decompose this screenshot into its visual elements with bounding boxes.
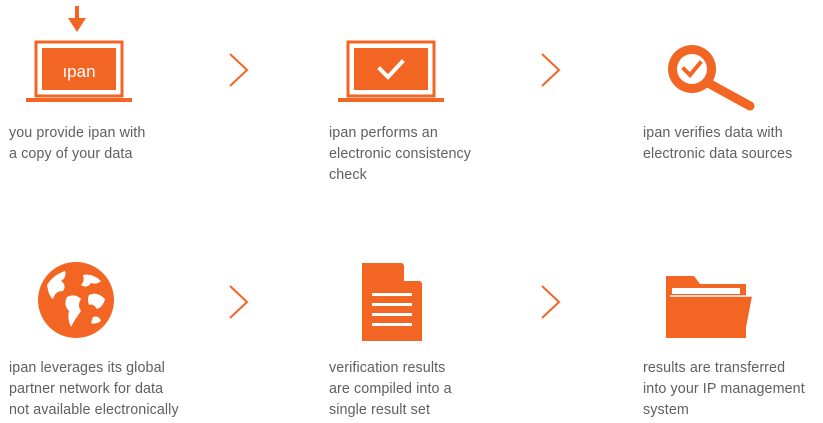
caption-line: into your IP management xyxy=(643,381,805,397)
caption-line: single result set xyxy=(329,402,431,418)
caption-line: check xyxy=(329,167,367,183)
caption-line: system xyxy=(643,402,689,418)
caption-line: electronic data sources xyxy=(643,146,793,162)
folder-icon xyxy=(666,272,752,340)
step-6-caption: results are transferred into your IP man… xyxy=(643,358,805,421)
chevron-right-icon xyxy=(228,52,250,88)
caption-line: a copy of your data xyxy=(9,146,133,162)
chevron-right-icon xyxy=(540,284,562,320)
caption-line: results are transferred xyxy=(643,360,786,376)
globe-icon xyxy=(37,261,115,339)
caption-line: verification results xyxy=(329,360,446,376)
caption-line: ipan leverages its global xyxy=(9,360,165,376)
magnifier-check-icon xyxy=(664,42,758,112)
caption-line: partner network for data xyxy=(9,381,164,397)
caption-line: electronic consistency xyxy=(329,146,472,162)
step-3-caption: ipan verifies data with electronic data … xyxy=(643,123,792,165)
chevron-right-icon xyxy=(228,284,250,320)
step-4-caption: ipan leverages its global partner networ… xyxy=(9,358,179,421)
caption-line: ipan verifies data with xyxy=(643,125,783,141)
caption-line: not available electronically xyxy=(9,402,179,418)
laptop-check-icon xyxy=(338,38,444,104)
caption-line: ipan performs an xyxy=(329,125,438,141)
laptop-download-icon: ıpan xyxy=(26,6,132,104)
caption-line: are compiled into a xyxy=(329,381,452,397)
step-5-caption: verification results are compiled into a… xyxy=(329,358,452,421)
step-2-caption: ipan performs an electronic consistency … xyxy=(329,123,471,186)
document-icon xyxy=(362,263,422,341)
step-1-caption: you provide ipan with a copy of your dat… xyxy=(9,123,145,165)
chevron-right-icon xyxy=(540,52,562,88)
caption-line: you provide ipan with xyxy=(9,125,146,141)
ipan-logo-text: ıpan xyxy=(62,62,95,81)
